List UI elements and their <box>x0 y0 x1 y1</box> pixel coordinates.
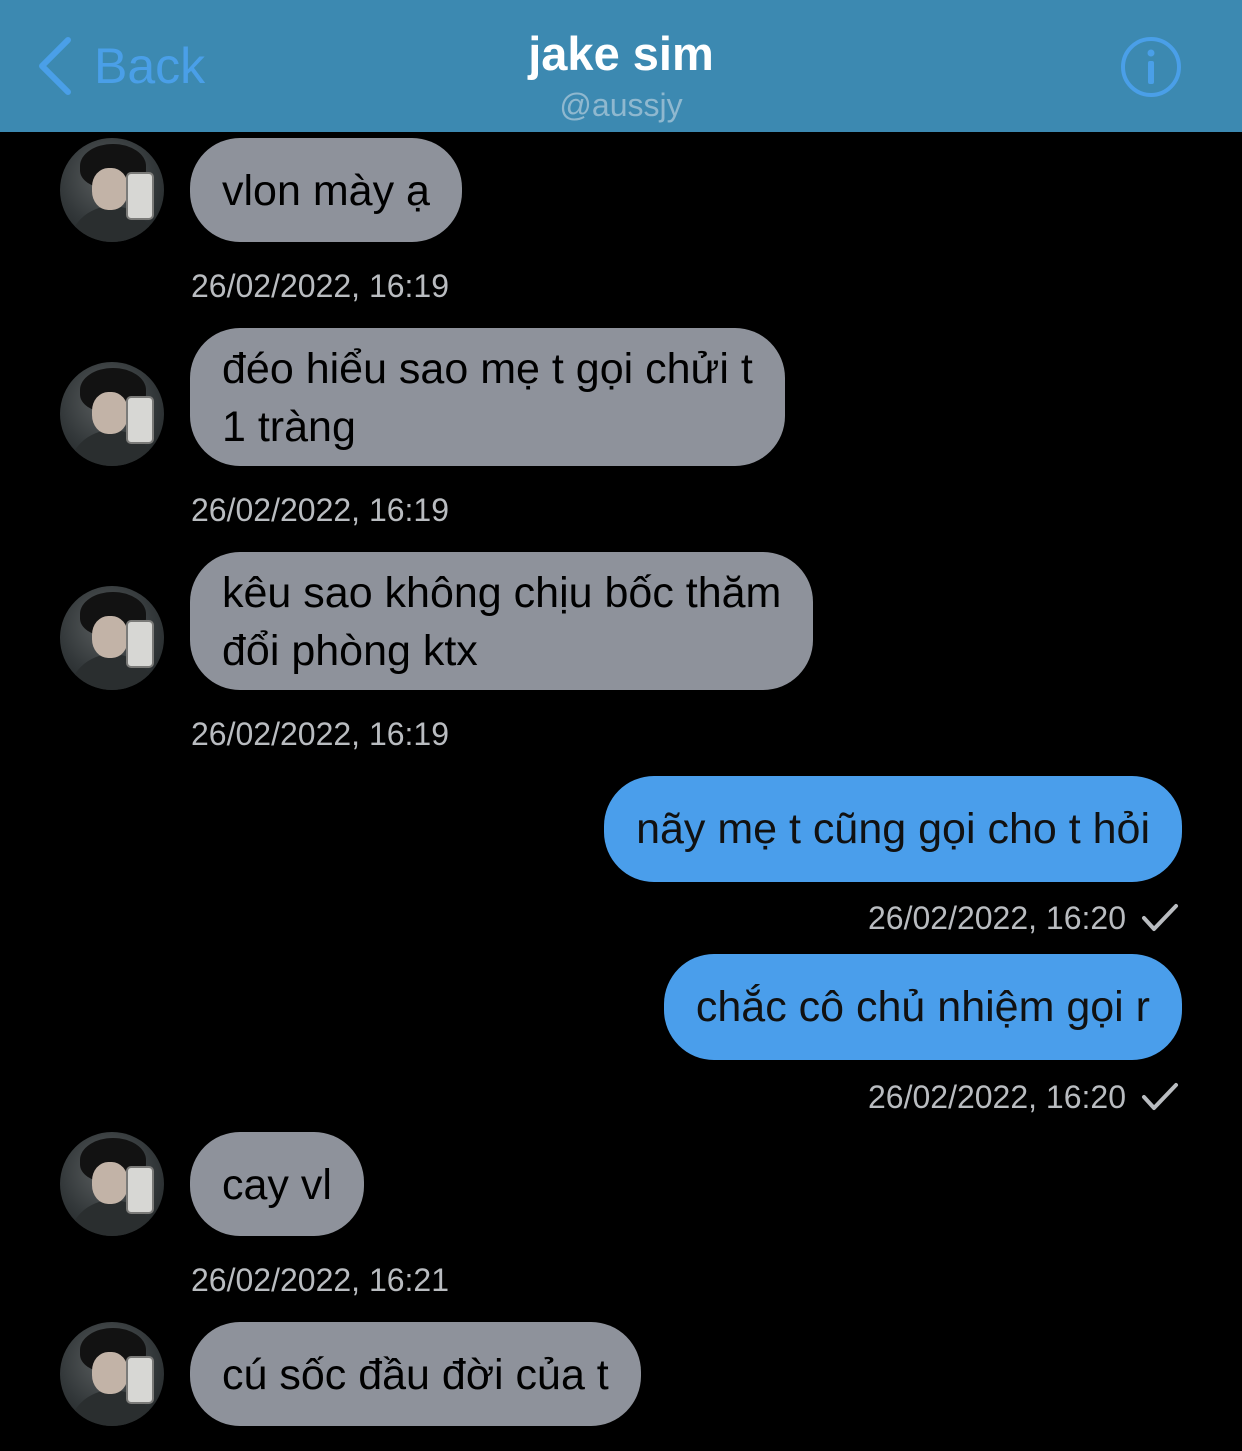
avatar[interactable] <box>60 362 164 466</box>
chat-header: Back jake sim @aussjy <box>0 0 1242 132</box>
message-timestamp: 26/02/2022, 16:20 <box>867 900 1126 936</box>
info-circle-icon <box>1121 37 1181 97</box>
message-bubble-incoming[interactable]: vlon mày ạ <box>190 138 462 242</box>
message-timestamp: 26/02/2022, 16:20 <box>867 1079 1126 1115</box>
message-timestamp: 26/02/2022, 16:19 <box>191 492 450 528</box>
message-bubble-outgoing[interactable]: nãy mẹ t cũng gọi cho t hỏi <box>604 776 1182 882</box>
message-timestamp: 26/02/2022, 16:19 <box>191 716 450 752</box>
message-bubble-incoming[interactable]: cú sốc đầu đời của t <box>190 1322 641 1426</box>
message-bubble-incoming[interactable]: cay vl <box>190 1132 364 1236</box>
info-button[interactable] <box>1120 36 1182 98</box>
message-bubble-outgoing[interactable]: chắc cô chủ nhiệm gọi r <box>663 954 1182 1060</box>
avatar[interactable] <box>60 138 164 242</box>
contact-name: jake sim <box>528 27 714 80</box>
message-bubble-incoming[interactable]: kêu sao không chịu bốc thăm đổi phòng kt… <box>190 552 814 690</box>
checkmark-icon <box>1140 1081 1180 1113</box>
contact-handle: @aussjy <box>559 87 683 123</box>
message-bubble-incoming[interactable]: đéo hiểu sao mẹ t gọi chửi t 1 tràng <box>190 328 785 466</box>
message-timestamp: 26/02/2022, 16:21 <box>191 1262 450 1298</box>
avatar[interactable] <box>60 1132 164 1236</box>
avatar[interactable] <box>60 1322 164 1426</box>
avatar[interactable] <box>60 586 164 690</box>
checkmark-icon <box>1140 902 1180 934</box>
message-timestamp: 26/02/2022, 16:19 <box>191 268 450 304</box>
